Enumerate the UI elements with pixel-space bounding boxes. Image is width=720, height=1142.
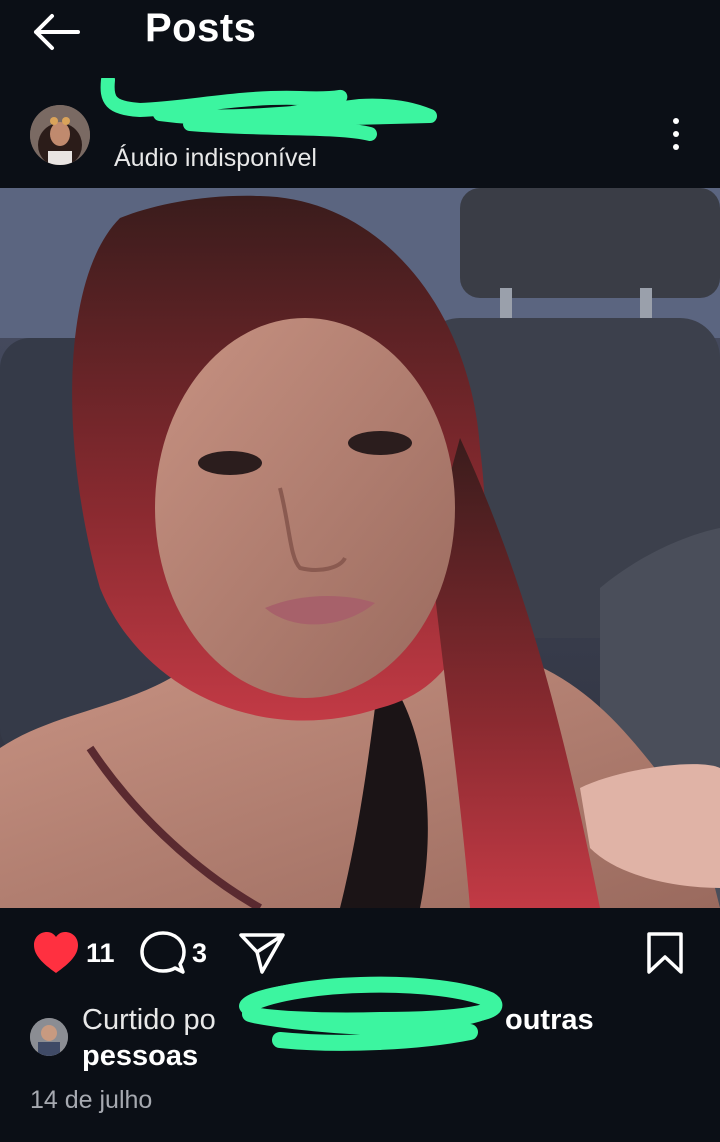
save-button[interactable] xyxy=(646,930,684,976)
bookmark-icon xyxy=(647,932,683,974)
post-header: Áudio indisponível xyxy=(0,78,720,185)
redacted-liker-name xyxy=(239,976,503,1051)
liked-by-suffix: outras xyxy=(505,1004,594,1036)
top-bar: Posts xyxy=(0,0,720,62)
comment-icon xyxy=(140,931,186,974)
comment-count: 3 xyxy=(192,937,208,968)
like-button[interactable]: 11 xyxy=(32,930,115,976)
comment-button[interactable]: 3 xyxy=(140,930,207,976)
like-count: 11 xyxy=(86,937,115,968)
liker-avatar xyxy=(30,1018,68,1056)
liked-by-line2: pessoas xyxy=(82,1040,199,1072)
more-options-button[interactable] xyxy=(664,118,688,158)
liked-by-prefix: Curtido po xyxy=(82,1004,216,1036)
arrow-left-icon xyxy=(34,14,80,50)
liked-by-row[interactable]: Curtido po outras pessoas xyxy=(0,976,720,1080)
audio-unavailable-label: Áudio indisponível xyxy=(114,144,317,172)
author-avatar[interactable] xyxy=(30,105,90,165)
redacted-username xyxy=(100,78,437,141)
heart-icon xyxy=(34,932,78,973)
page-title: Posts xyxy=(145,6,257,50)
post-photo[interactable] xyxy=(0,188,720,908)
post-date: 14 de julho xyxy=(30,1086,153,1114)
back-button[interactable] xyxy=(30,12,82,52)
more-vertical-icon xyxy=(664,118,688,150)
